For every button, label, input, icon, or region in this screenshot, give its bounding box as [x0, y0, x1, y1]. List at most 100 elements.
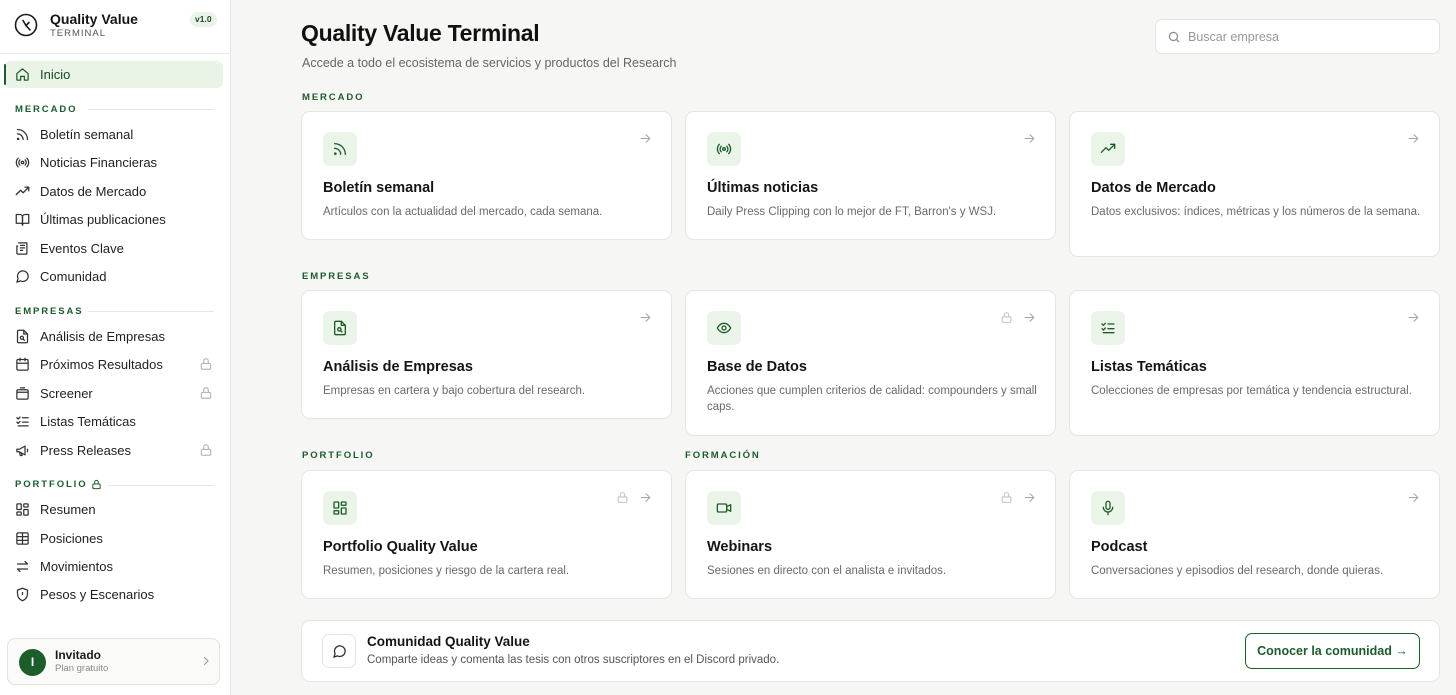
card-ultimas-noticias[interactable]: Últimas noticias Daily Press Clipping co… [685, 111, 1056, 240]
chevron-right-icon [200, 655, 212, 667]
card-podcast[interactable]: Podcast Conversaciones y episodios del r… [1069, 470, 1440, 599]
user-name: Invitado [55, 648, 102, 662]
sidebar-item-label: Últimas publicaciones [40, 212, 166, 227]
card-base-de-datos[interactable]: Base de Datos Acciones que cumplen crite… [685, 290, 1056, 436]
sidebar-item-movimientos[interactable]: Movimientos [4, 553, 223, 580]
sidebar-section-mercado: MERCADO [15, 104, 78, 115]
sidebar-item-label: Pesos y Escenarios [40, 587, 155, 602]
sidebar-item-screener[interactable]: Screener [4, 380, 223, 407]
newspaper-icon [15, 241, 30, 256]
sidebar-item-boletin-semanal[interactable]: Boletín semanal [4, 121, 223, 148]
sidebar-item-label: Noticias Financieras [40, 155, 158, 170]
sidebar-item-inicio[interactable]: Inicio [4, 61, 223, 88]
section-divider [88, 109, 214, 110]
calendar-icon [15, 357, 30, 372]
sidebar-item-label: Posiciones [40, 531, 103, 546]
card-title: Webinars [707, 539, 773, 555]
lock-icon [199, 386, 213, 400]
user-card[interactable]: I Invitado Plan gratuito [7, 638, 220, 685]
sidebar-item-ultimas-publicaciones[interactable]: Últimas publicaciones [4, 206, 223, 233]
sidebar: Quality Value TERMINAL v1.0 Inicio MERCA… [0, 0, 231, 695]
version-badge: v1.0 [190, 12, 217, 27]
card-title: Base de Datos [707, 359, 807, 375]
sidebar-section-empresas: EMPRESAS [15, 306, 84, 317]
card-title: Últimas noticias [707, 180, 819, 196]
sidebar-item-comunidad[interactable]: Comunidad [4, 263, 223, 290]
section-divider [88, 311, 214, 312]
sidebar-item-proximos-resultados[interactable]: Próximos Resultados [4, 351, 223, 378]
sidebar-item-label: Boletín semanal [40, 127, 134, 142]
broadcast-icon [15, 155, 30, 170]
sidebar-item-listas-tematicas[interactable]: Listas Temáticas [4, 408, 223, 435]
card-boletin-semanal[interactable]: Boletín semanal Artículos con la actuali… [301, 111, 672, 240]
search-box[interactable] [1155, 19, 1440, 54]
card-datos-de-mercado[interactable]: Datos de Mercado Datos exclusivos: índic… [1069, 111, 1440, 257]
sidebar-item-label: Datos de Mercado [40, 184, 147, 199]
group-label-portfolio: PORTFOLIO [302, 450, 375, 461]
arrows-swap-icon [15, 559, 30, 574]
card-description: Conversaciones y episodios del research,… [1091, 565, 1384, 577]
arrow-right-icon [1407, 132, 1420, 145]
search-icon [1167, 30, 1181, 44]
card-listas-tematicas[interactable]: Listas Temáticas Colecciones de empresas… [1069, 290, 1440, 436]
section-divider [108, 485, 214, 486]
sidebar-item-eventos-clave[interactable]: Eventos Clave [4, 235, 223, 262]
sidebar-item-label: Press Releases [40, 443, 132, 458]
lock-icon [616, 491, 629, 504]
card-description: Artículos con la actualidad del mercado,… [323, 206, 603, 218]
sidebar-item-label: Comunidad [40, 269, 107, 284]
eye-icon [707, 311, 741, 345]
list-checks-icon [1091, 311, 1125, 345]
sidebar-item-posiciones[interactable]: Posiciones [4, 525, 223, 552]
card-title: Podcast [1091, 539, 1148, 555]
arrow-right-icon [1023, 132, 1036, 145]
table-icon [15, 531, 30, 546]
lock-icon [91, 479, 102, 490]
book-icon [15, 212, 30, 227]
brand-header[interactable]: Quality Value TERMINAL v1.0 [0, 0, 230, 54]
user-plan: Plan gratuito [55, 663, 109, 674]
trending-up-icon [1091, 132, 1125, 166]
card-title: Boletín semanal [323, 180, 435, 196]
brand-name: Quality Value [50, 11, 138, 27]
rss-icon [15, 127, 30, 142]
sidebar-item-resumen[interactable]: Resumen [4, 496, 223, 523]
sidebar-item-press-releases[interactable]: Press Releases [4, 437, 223, 464]
card-webinars[interactable]: Webinars Sesiones en directo con el anal… [685, 470, 1056, 599]
file-search-icon [323, 311, 357, 345]
community-banner: Comunidad Quality Value Comparte ideas y… [301, 620, 1440, 682]
trending-up-icon [15, 184, 30, 199]
card-description: Datos exclusivos: índices, métricas y lo… [1091, 206, 1421, 218]
card-title: Análisis de Empresas [323, 359, 473, 375]
card-analisis-de-empresas[interactable]: Análisis de Empresas Empresas en cartera… [301, 290, 672, 419]
message-circle-icon [15, 269, 30, 284]
sidebar-nav: Inicio MERCADO Boletín semanal Noticias … [0, 54, 230, 626]
card-description: Acciones que cumplen criterios de calida… [707, 385, 1037, 413]
list-checks-icon [15, 414, 30, 429]
sidebar-item-pesos-y-escenarios[interactable]: Pesos y Escenarios [4, 581, 223, 608]
sidebar-item-label: Análisis de Empresas [40, 329, 165, 344]
community-description: Comparte ideas y comenta las tesis con o… [367, 654, 780, 666]
card-portfolio-quality-value[interactable]: Portfolio Quality Value Resumen, posicio… [301, 470, 672, 599]
sidebar-item-analisis-de-empresas[interactable]: Análisis de Empresas [4, 323, 223, 350]
sidebar-item-label: Próximos Resultados [40, 357, 163, 372]
conocer-comunidad-button[interactable]: Conocer la comunidad → [1245, 633, 1420, 669]
card-description: Resumen, posiciones y riesgo de la carte… [323, 565, 570, 577]
card-title: Datos de Mercado [1091, 180, 1216, 196]
avatar: I [19, 649, 46, 676]
arrow-right-icon [639, 132, 652, 145]
card-description: Sesiones en directo con el analista e in… [707, 565, 947, 577]
sidebar-item-label: Inicio [40, 67, 71, 82]
sidebar-item-label: Listas Temáticas [40, 414, 136, 429]
group-label-formacion: FORMACIÓN [685, 450, 761, 461]
card-title: Listas Temáticas [1091, 359, 1207, 375]
arrow-right-icon [1407, 311, 1420, 324]
sidebar-item-datos-de-mercado[interactable]: Datos de Mercado [4, 178, 223, 205]
search-input[interactable] [1188, 20, 1433, 53]
rss-icon [323, 132, 357, 166]
arrow-right-icon [639, 311, 652, 324]
sidebar-item-noticias-financieras[interactable]: Noticias Financieras [4, 149, 223, 176]
sidebar-item-label: Eventos Clave [40, 241, 124, 256]
card-description: Colecciones de empresas por temática y t… [1091, 385, 1412, 397]
sidebar-section-portfolio: PORTFOLIO [15, 479, 88, 490]
